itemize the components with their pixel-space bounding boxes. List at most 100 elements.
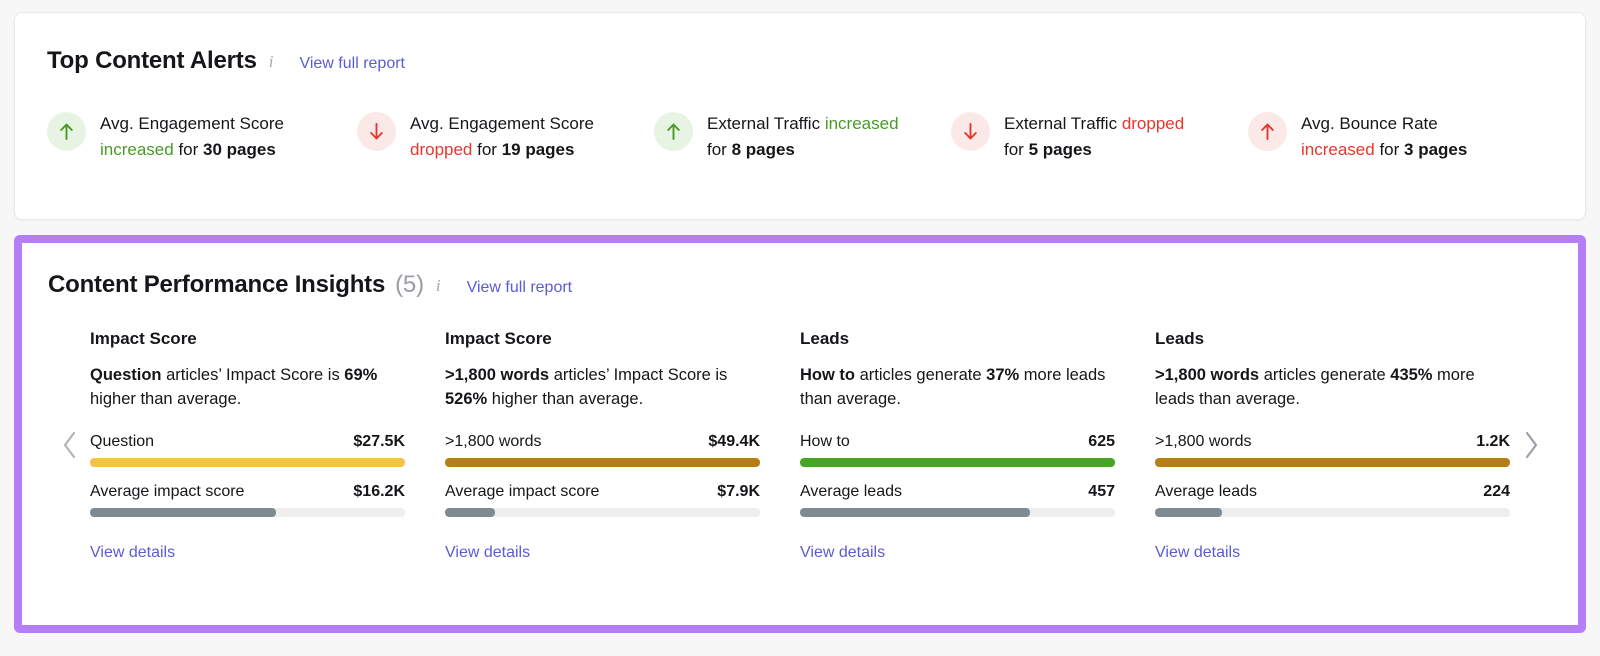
alerts-header: Top Content Alerts i View full report	[47, 47, 1553, 75]
alert-text: Avg. Engagement Score increased for 30 p…	[100, 111, 284, 163]
alert-middle: for	[472, 140, 502, 159]
insight-primary-metric: >1,800 words 1.2K	[1155, 433, 1510, 467]
metric-label: Average leads	[1155, 482, 1257, 500]
progress-fill	[90, 457, 405, 467]
alert-change-word: increased	[100, 140, 174, 159]
insight-desc-percent: 37%	[986, 365, 1020, 384]
alert-count: 8 pages	[731, 140, 795, 159]
metric-value: 625	[1088, 432, 1115, 450]
insight-description: Question articles’ Impact Score is 69% h…	[90, 363, 405, 411]
insight-average-metric: Average impact score $7.9K	[445, 483, 760, 517]
alert-item[interactable]: External Traffic increased for 8 pages	[654, 111, 951, 163]
alert-count: 5 pages	[1028, 140, 1092, 159]
alert-text: External Traffic increased for 8 pages	[707, 111, 899, 163]
insight-desc-middle: articles’ Impact Score is	[161, 365, 345, 384]
progress-track	[445, 507, 760, 517]
insight-desc-middle: articles generate	[1259, 365, 1391, 384]
insight-desc-middle: articles’ Impact Score is	[549, 365, 728, 384]
view-details-link[interactable]: View details	[445, 544, 530, 562]
metric-label: Average leads	[800, 482, 902, 500]
alerts-view-full-report-link[interactable]: View full report	[299, 55, 405, 73]
metric-label: >1,800 words	[445, 432, 542, 450]
metric-value: $16.2K	[353, 482, 405, 500]
progress-track	[800, 457, 1115, 467]
metric-value: $49.4K	[708, 432, 760, 450]
alert-item[interactable]: Avg. Engagement Score increased for 30 p…	[47, 111, 357, 163]
arrow-down-icon	[357, 112, 396, 151]
metric-label: >1,800 words	[1155, 432, 1252, 450]
insight-desc-subject: >1,800 words	[1155, 365, 1260, 384]
alert-change-word: dropped	[410, 140, 473, 159]
alert-count: 19 pages	[501, 140, 575, 159]
progress-track	[90, 457, 405, 467]
alert-text: Avg. Bounce Rate increased for 3 pages	[1301, 111, 1467, 163]
progress-track	[1155, 457, 1510, 467]
carousel-next-chevron-right-icon[interactable]	[1510, 325, 1552, 565]
metric-value: 1.2K	[1476, 432, 1510, 450]
top-content-alerts-card: Top Content Alerts i View full report Av…	[14, 12, 1586, 220]
alert-item[interactable]: External Traffic dropped for 5 pages	[951, 111, 1248, 163]
metric-label: Average impact score	[445, 482, 600, 500]
arrow-down-icon	[951, 112, 990, 151]
progress-track	[800, 507, 1115, 517]
insights-view-full-report-link[interactable]: View full report	[467, 279, 573, 297]
alert-item[interactable]: Avg. Bounce Rate increased for 3 pages	[1248, 111, 1548, 163]
info-icon[interactable]: i	[269, 52, 274, 72]
arrow-up-icon	[1248, 112, 1287, 151]
alert-metric: Avg. Bounce Rate	[1301, 114, 1438, 133]
page-title: Top Content Alerts	[47, 47, 257, 74]
alert-change-word: increased	[1301, 140, 1375, 159]
insights-header: Content Performance Insights (5) i View …	[48, 271, 1552, 299]
insight-description: >1,800 words articles generate 435% more…	[1155, 363, 1510, 411]
insight-desc-middle: articles generate	[855, 365, 987, 384]
insight-primary-metric: >1,800 words $49.4K	[445, 433, 760, 467]
alert-metric: External Traffic	[707, 114, 821, 133]
insight-card: Impact Score >1,800 words articles’ Impa…	[445, 329, 800, 562]
alert-middle: for	[1374, 140, 1405, 159]
progress-track	[1155, 507, 1510, 517]
progress-fill	[800, 457, 1115, 467]
insight-desc-percent: 435%	[1390, 365, 1433, 384]
progress-fill	[90, 507, 276, 517]
insight-average-metric: Average leads 224	[1155, 483, 1510, 517]
view-details-link[interactable]: View details	[1155, 544, 1240, 562]
view-details-link[interactable]: View details	[800, 544, 885, 562]
alert-metric: Avg. Engagement Score	[410, 114, 594, 133]
insight-average-metric: Average impact score $16.2K	[90, 483, 405, 517]
carousel-prev-chevron-left-icon[interactable]	[48, 325, 90, 565]
metric-value: $7.9K	[717, 482, 760, 500]
alert-count: 3 pages	[1404, 140, 1468, 159]
alert-count: 30 pages	[203, 140, 276, 159]
alert-change-word: increased	[824, 114, 899, 133]
alert-item[interactable]: Avg. Engagement Score dropped for 19 pag…	[357, 111, 654, 163]
insights-count: (5)	[395, 271, 424, 298]
progress-track	[445, 457, 760, 467]
insight-desc-percent: 69%	[344, 365, 378, 384]
alert-text: External Traffic dropped for 5 pages	[1004, 111, 1184, 163]
view-details-link[interactable]: View details	[90, 544, 175, 562]
insight-kpi-title: Impact Score	[90, 328, 197, 348]
metric-value: $27.5K	[353, 432, 405, 450]
alert-metric: Avg. Engagement Score	[100, 114, 284, 133]
insight-desc-subject: >1,800 words	[445, 365, 550, 384]
insight-desc-tail: higher than average.	[487, 389, 644, 408]
insight-desc-subject: Question	[90, 365, 162, 384]
progress-fill	[445, 507, 496, 517]
info-icon[interactable]: i	[436, 276, 441, 296]
arrow-up-icon	[654, 112, 693, 151]
insight-kpi-title: Leads	[1155, 328, 1205, 348]
insight-desc-percent: 526%	[445, 389, 488, 408]
alert-metric: External Traffic	[1004, 114, 1118, 133]
alert-change-word: dropped	[1121, 114, 1185, 133]
insight-card: Leads How to articles generate 37% more …	[800, 329, 1155, 562]
metric-value: 224	[1483, 482, 1510, 500]
alert-middle: for	[707, 140, 732, 159]
metric-label: How to	[800, 432, 850, 450]
insight-desc-subject: How to	[800, 365, 855, 384]
insights-title: Content Performance Insights	[48, 271, 386, 298]
insight-primary-metric: Question $27.5K	[90, 433, 405, 467]
insight-cards: Impact Score Question articles’ Impact S…	[90, 329, 1510, 562]
insight-desc-tail: higher than average.	[90, 389, 242, 408]
progress-fill	[1155, 457, 1510, 467]
metric-value: 457	[1088, 482, 1115, 500]
